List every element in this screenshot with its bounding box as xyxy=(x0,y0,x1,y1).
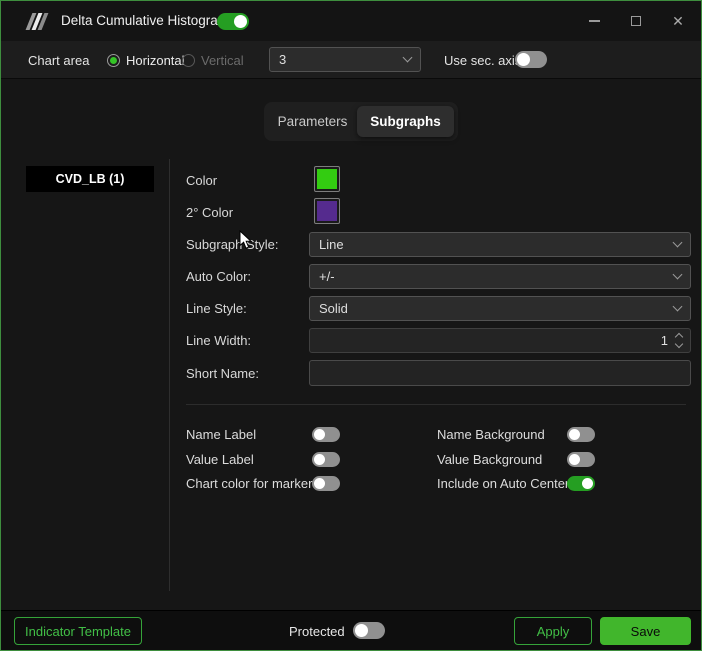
save-button[interactable]: Save xyxy=(600,617,691,645)
line-style-label: Line Style: xyxy=(186,301,247,316)
app-logo-icon xyxy=(25,13,55,30)
secondary-color-swatch-fill xyxy=(317,201,337,221)
subgraph-style-label: Subgraph Style: xyxy=(186,237,279,252)
horizontal-radio[interactable] xyxy=(107,54,120,67)
chart-area-count-select[interactable]: 3 xyxy=(269,47,421,72)
section-divider xyxy=(186,404,686,405)
line-style-select[interactable]: Solid xyxy=(309,296,691,321)
value-background-toggle[interactable] xyxy=(567,452,595,467)
line-width-stepper[interactable] xyxy=(674,332,684,349)
name-label-toggle[interactable] xyxy=(312,427,340,442)
auto-color-select[interactable]: +/- xyxy=(309,264,691,289)
secondary-color-swatch[interactable] xyxy=(314,198,340,224)
include-on-auto-center-toggle[interactable] xyxy=(567,476,595,491)
chevron-down-icon xyxy=(402,52,413,63)
use-sec-axis-label: Use sec. axis xyxy=(444,53,522,68)
chevron-down-icon xyxy=(672,301,683,312)
short-name-input[interactable] xyxy=(309,360,691,386)
toggle-knob xyxy=(355,624,368,637)
toggle-knob xyxy=(234,15,247,28)
toggle-knob xyxy=(314,454,325,465)
color-label: Color xyxy=(186,173,218,188)
short-name-label: Short Name: xyxy=(186,366,259,381)
color-swatch[interactable] xyxy=(314,166,340,192)
line-width-value: 1 xyxy=(660,333,668,348)
maximize-icon xyxy=(631,16,641,26)
window-title: Delta Cumulative Histogram xyxy=(61,13,230,28)
tab-parameters[interactable]: Parameters xyxy=(268,106,357,137)
chart-area-bar: Chart area Horizontal Vertical 3 Use sec… xyxy=(1,41,701,79)
footer-bar: Indicator Template Protected Apply Save xyxy=(1,610,701,650)
subgraph-style-select[interactable]: Line xyxy=(309,232,691,257)
tab-bar: Parameters Subgraphs xyxy=(264,102,458,141)
toggle-knob xyxy=(582,478,593,489)
toggle-knob xyxy=(569,454,580,465)
color-swatch-fill xyxy=(317,169,337,189)
chart-area-label: Chart area xyxy=(28,53,90,68)
toggle-knob xyxy=(569,429,580,440)
toggle-knob xyxy=(314,478,325,489)
sidebar-item-cvd-lb[interactable]: CVD_LB (1) xyxy=(26,166,154,192)
line-width-label: Line Width: xyxy=(186,333,252,348)
toggle-knob xyxy=(314,429,325,440)
sidebar-divider xyxy=(169,159,170,591)
apply-button[interactable]: Apply xyxy=(514,617,592,645)
name-background-label: Name Background xyxy=(437,427,545,442)
window-controls: ✕ xyxy=(585,1,687,41)
auto-color-label: Auto Color: xyxy=(186,269,252,284)
protected-toggle[interactable] xyxy=(353,622,385,639)
line-width-input[interactable]: 1 xyxy=(309,328,691,353)
close-button[interactable]: ✕ xyxy=(669,12,687,30)
protected-label: Protected xyxy=(289,624,345,639)
vertical-radio-label[interactable]: Vertical xyxy=(201,53,244,68)
maximize-button[interactable] xyxy=(627,12,645,30)
horizontal-radio-label[interactable]: Horizontal xyxy=(126,53,185,68)
toggle-knob xyxy=(517,53,530,66)
auto-color-value: +/- xyxy=(319,269,335,284)
secondary-color-label: 2° Color xyxy=(186,205,234,220)
vertical-radio[interactable] xyxy=(182,54,195,67)
chart-color-for-marker-label: Chart color for marker xyxy=(186,476,313,491)
stepper-down-icon xyxy=(674,339,684,349)
value-label-label: Value Label xyxy=(186,452,254,467)
value-label-toggle[interactable] xyxy=(312,452,340,467)
minimize-button[interactable] xyxy=(585,12,603,30)
chart-color-for-marker-toggle[interactable] xyxy=(312,476,340,491)
name-label-label: Name Label xyxy=(186,427,257,442)
name-background-toggle[interactable] xyxy=(567,427,595,442)
sec-axis-toggle[interactable] xyxy=(515,51,547,68)
chart-area-count-value: 3 xyxy=(279,52,287,67)
app-window: Delta Cumulative Histogram ✕ Chart area … xyxy=(0,0,702,651)
tab-subgraphs[interactable]: Subgraphs xyxy=(357,106,454,137)
chevron-down-icon xyxy=(672,269,683,280)
indicator-enabled-toggle[interactable] xyxy=(217,13,249,30)
include-on-auto-center-label: Include on Auto Center xyxy=(437,476,570,491)
titlebar: Delta Cumulative Histogram ✕ xyxy=(1,1,701,41)
subgraph-style-value: Line xyxy=(319,237,344,252)
chevron-down-icon xyxy=(672,237,683,248)
indicator-template-button[interactable]: Indicator Template xyxy=(14,617,142,645)
minimize-icon xyxy=(588,20,600,22)
close-icon: ✕ xyxy=(672,13,684,29)
value-background-label: Value Background xyxy=(437,452,543,467)
line-style-value: Solid xyxy=(319,301,348,316)
